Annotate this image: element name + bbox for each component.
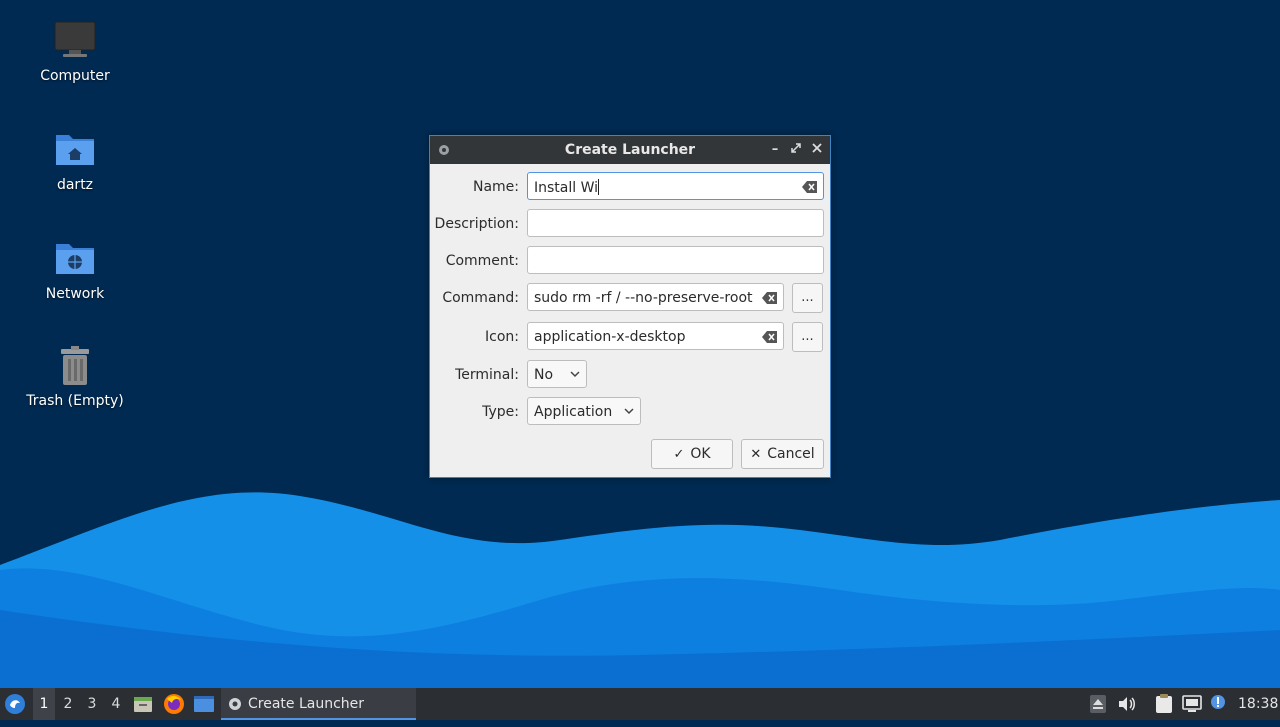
- icon-label: Icon:: [485, 329, 519, 345]
- desktop-icon-computer[interactable]: Computer: [0, 20, 150, 84]
- desktop-icon-label: Network: [45, 286, 105, 302]
- type-label: Type:: [482, 404, 519, 420]
- desktop-icon-network[interactable]: Network: [0, 238, 150, 302]
- desktop-icon-label: Computer: [40, 68, 110, 84]
- comment-input[interactable]: [527, 246, 824, 274]
- desktop-icon-trash[interactable]: Trash (Empty): [0, 345, 150, 409]
- maximize-icon: [791, 143, 801, 153]
- tray-network[interactable]: [1182, 688, 1204, 720]
- show-desktop-icon: [194, 696, 214, 712]
- ok-button[interactable]: ✓ OK: [651, 439, 733, 469]
- comment-row: Comment:: [430, 246, 830, 276]
- start-menu-icon: [5, 694, 25, 714]
- desktop-icon-label: dartz: [56, 177, 94, 193]
- trash-icon: [53, 345, 97, 389]
- eject-icon: [1090, 695, 1106, 713]
- workspace-4[interactable]: 4: [105, 688, 127, 720]
- command-row: Command: sudo rm -rf / --no-preserve-roo…: [430, 283, 830, 313]
- clear-text-icon[interactable]: [802, 180, 818, 194]
- text-caret: [598, 179, 600, 195]
- name-value: Install Wi: [534, 180, 599, 196]
- gear-icon: [439, 145, 449, 155]
- taskbar: 1 2 3 4 Create Launcher 18:38: [0, 688, 1280, 720]
- terminal-select[interactable]: No: [527, 360, 587, 388]
- icon-row: Icon: application-x-desktop ...: [430, 322, 830, 352]
- type-value: Application: [534, 404, 613, 420]
- workspace-2[interactable]: 2: [57, 688, 79, 720]
- icon-value: application-x-desktop: [534, 329, 686, 345]
- computer-icon: [53, 20, 97, 64]
- command-value: sudo rm -rf / --no-preserve-root: [534, 290, 753, 306]
- terminal-label: Terminal:: [455, 367, 519, 383]
- workspace-3[interactable]: 3: [81, 688, 103, 720]
- command-label: Command:: [442, 290, 519, 306]
- file-manager-icon: [134, 697, 152, 712]
- description-row: Description:: [430, 209, 830, 239]
- clear-text-icon[interactable]: [762, 291, 778, 305]
- tray-clipboard[interactable]: [1155, 688, 1175, 720]
- clock[interactable]: 18:38: [1238, 688, 1278, 720]
- name-row: Name: Install Wi: [430, 172, 830, 202]
- command-browse-button[interactable]: ...: [792, 283, 823, 313]
- create-launcher-dialog: Create Launcher – Name: Install Wi Descr…: [429, 135, 831, 478]
- taskbar-task-create-launcher[interactable]: Create Launcher: [221, 688, 416, 720]
- firefox-launcher[interactable]: [163, 688, 185, 720]
- name-input[interactable]: Install Wi: [527, 172, 824, 200]
- cancel-button[interactable]: ✕ Cancel: [741, 439, 824, 469]
- description-input[interactable]: [527, 209, 824, 237]
- dialog-titlebar[interactable]: Create Launcher –: [430, 136, 830, 164]
- volume-icon: [1119, 697, 1135, 711]
- name-label: Name:: [472, 179, 519, 195]
- show-desktop-button[interactable]: [193, 688, 215, 720]
- chevron-down-icon: [624, 408, 634, 415]
- maximize-button[interactable]: [787, 141, 805, 159]
- minimize-button[interactable]: –: [766, 141, 784, 159]
- checkmark-icon: ✓: [673, 447, 685, 462]
- file-manager-launcher[interactable]: [133, 688, 155, 720]
- start-menu-button[interactable]: [4, 688, 28, 720]
- cancel-label: Cancel: [767, 446, 815, 462]
- close-button[interactable]: [808, 141, 826, 159]
- type-select[interactable]: Application: [527, 397, 641, 425]
- clear-text-icon[interactable]: [762, 330, 778, 344]
- type-row: Type: Application: [430, 397, 830, 427]
- network-folder-icon: [53, 238, 97, 282]
- task-label: Create Launcher: [248, 696, 365, 712]
- clipboard-icon: [1156, 694, 1172, 713]
- chevron-down-icon: [570, 371, 580, 378]
- close-icon: [812, 143, 822, 153]
- icon-input[interactable]: application-x-desktop: [527, 322, 784, 350]
- firefox-icon: [164, 694, 184, 714]
- tray-volume[interactable]: [1118, 688, 1138, 720]
- command-input[interactable]: sudo rm -rf / --no-preserve-root: [527, 283, 784, 311]
- terminal-row: Terminal: No: [430, 360, 830, 390]
- gear-icon: [229, 698, 241, 710]
- notification-icon: [1211, 695, 1225, 709]
- dialog-title: Create Launcher: [564, 142, 696, 158]
- home-folder-icon: [53, 129, 97, 173]
- network-wired-icon: [1182, 695, 1202, 712]
- desktop-icon-home-folder[interactable]: dartz: [0, 129, 150, 193]
- comment-label: Comment:: [445, 253, 519, 269]
- terminal-value: No: [534, 367, 554, 383]
- cancel-x-icon: ✕: [750, 447, 762, 462]
- ok-label: OK: [690, 446, 711, 462]
- tray-notifications[interactable]: [1210, 688, 1230, 720]
- icon-browse-button[interactable]: ...: [792, 322, 823, 352]
- workspace-1[interactable]: 1: [33, 688, 55, 720]
- description-label: Description:: [434, 216, 519, 232]
- tray-eject[interactable]: [1090, 688, 1110, 720]
- desktop-icon-label: Trash (Empty): [26, 393, 124, 409]
